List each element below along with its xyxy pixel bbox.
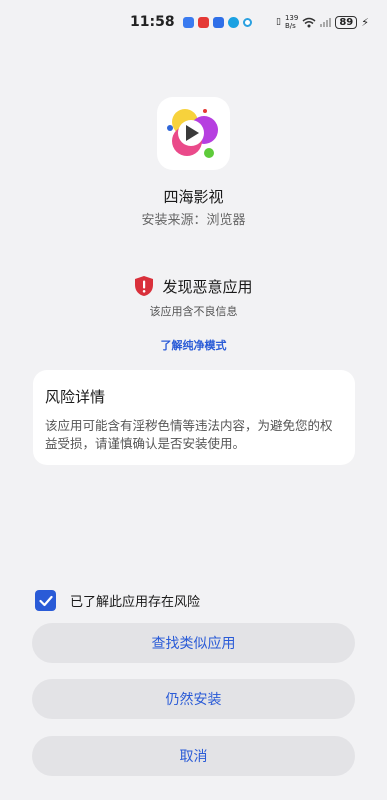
risk-details-text: 该应用可能含有淫秽色情等违法内容，为避免您的权益受损，请谨慎确认是否安装使用。 xyxy=(45,418,333,451)
warning-header: 发现恶意应用 xyxy=(0,275,387,297)
notification-app-icon xyxy=(242,17,252,27)
app-icon xyxy=(157,97,230,170)
acknowledge-checkbox[interactable] xyxy=(35,590,56,611)
notification-app-icon xyxy=(197,16,209,28)
check-icon xyxy=(38,595,53,606)
acknowledge-risk-row[interactable]: 已了解此应用存在风险 xyxy=(35,590,200,611)
risk-details-title: 风险详情 xyxy=(45,388,106,406)
net-speed-value: 139 xyxy=(284,14,299,22)
battery-icon: 89 xyxy=(335,15,358,29)
play-logo-icon xyxy=(167,109,218,158)
vibrate-icon: ▯ xyxy=(276,17,281,27)
learn-pure-mode-link[interactable]: 了解纯净模式 xyxy=(0,337,387,353)
net-speed: 139 B/s xyxy=(285,14,298,30)
acknowledge-label: 已了解此应用存在风险 xyxy=(70,595,201,610)
app-name: 四海影视 xyxy=(163,188,224,206)
find-similar-apps-button[interactable]: 查找类似应用 xyxy=(32,623,355,663)
signal-icon xyxy=(320,17,332,27)
shield-alert-icon xyxy=(135,276,154,296)
net-speed-unit: B/s xyxy=(284,22,296,30)
charging-icon: ⚡ xyxy=(361,15,369,29)
notification-app-icon xyxy=(182,16,194,28)
status-indicators: ▯ 139 B/s 89 ⚡ xyxy=(276,14,369,30)
install-anyway-button[interactable]: 仍然安装 xyxy=(32,679,355,719)
cancel-button[interactable]: 取消 xyxy=(32,736,355,776)
status-bar: 11:58 ▯ 139 B/s 89 ⚡ xyxy=(0,0,387,44)
install-warning-screen: 11:58 ▯ 139 B/s 89 ⚡ 四海影视 安装来源：浏览器 发现恶意应… xyxy=(0,0,387,800)
wifi-icon xyxy=(302,17,316,27)
warning-subtitle: 该应用含不良信息 xyxy=(149,305,238,318)
status-time: 11:58 xyxy=(130,14,175,30)
warning-title: 发现恶意应用 xyxy=(162,277,253,296)
install-source: 安装来源：浏览器 xyxy=(141,213,246,228)
notification-app-icon xyxy=(212,16,224,28)
notification-app-icon xyxy=(227,16,239,28)
risk-details-card: 风险详情 该应用可能含有淫秽色情等违法内容，为避免您的权益受损，请谨慎确认是否安… xyxy=(33,370,355,465)
